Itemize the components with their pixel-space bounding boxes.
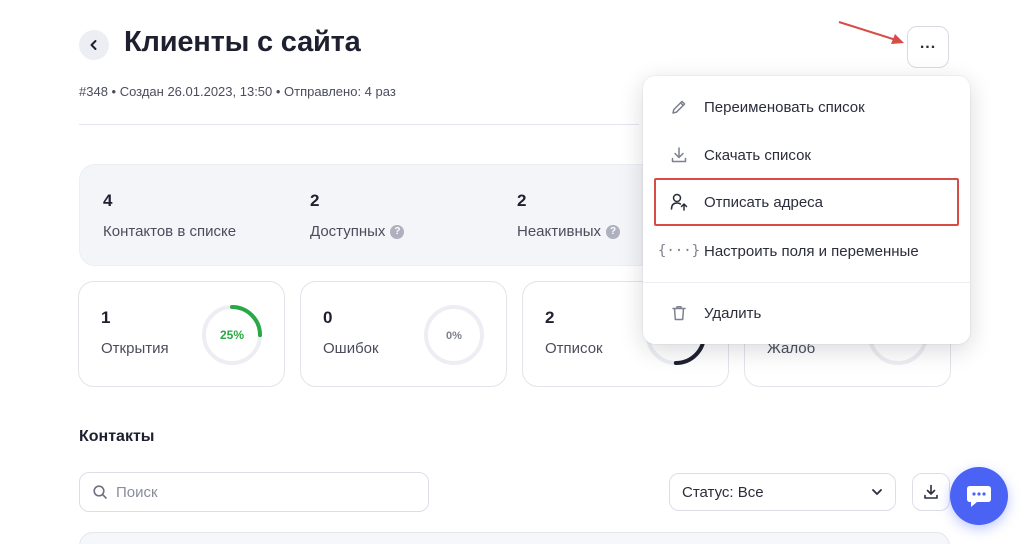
ring-percent-text: 0% xyxy=(446,330,462,342)
stat-inactive: 2 Неактивных? xyxy=(517,191,621,240)
metric-value: 0 xyxy=(323,308,333,327)
stat-contacts: 4 Контактов в списке xyxy=(103,191,236,240)
actions-dropdown: Переименовать список Скачать список Отпи… xyxy=(643,76,970,344)
braces-icon: {···} xyxy=(657,243,701,259)
list-meta: #348 • Создан 26.01.2023, 13:50 • Отправ… xyxy=(79,84,396,99)
chevron-left-icon xyxy=(90,40,97,50)
search-input[interactable] xyxy=(116,483,406,501)
more-dots-icon: ... xyxy=(919,35,937,52)
stat-available: 2 Доступных? xyxy=(310,191,405,240)
more-actions-button[interactable]: ... xyxy=(907,26,949,68)
menu-item-configure-fields[interactable]: {···} Настроить поля и переменные xyxy=(643,227,970,275)
search-icon xyxy=(93,485,107,499)
menu-item-delete[interactable]: Удалить xyxy=(643,289,970,337)
header-divider xyxy=(79,124,639,125)
help-icon[interactable]: ? xyxy=(606,224,621,239)
back-button[interactable] xyxy=(79,30,109,60)
download-contacts-button[interactable] xyxy=(912,473,950,511)
metric-value: 2 xyxy=(545,308,555,327)
page-title: Клиенты с сайта xyxy=(124,26,361,58)
ring-percent-text: 25% xyxy=(220,328,244,342)
menu-item-rename[interactable]: Переименовать список xyxy=(643,83,970,131)
stat-contacts-value: 4 xyxy=(103,191,113,210)
trash-icon xyxy=(668,302,690,324)
status-filter-label: Статус: Все xyxy=(682,483,764,501)
progress-ring: 25% xyxy=(202,305,262,365)
chat-button[interactable] xyxy=(950,467,1008,525)
menu-separator xyxy=(643,282,970,283)
metric-label: Ошибок xyxy=(323,340,379,357)
user-unsubscribe-icon xyxy=(668,191,690,213)
metric-card-opens: 1 Открытия 25% xyxy=(78,281,285,387)
metric-card-errors: 0 Ошибок 0% xyxy=(300,281,507,387)
menu-item-label: Скачать список xyxy=(704,146,811,164)
download-icon xyxy=(924,484,938,499)
metric-label: Отписок xyxy=(545,340,603,357)
menu-item-label: Переименовать список xyxy=(704,98,865,116)
metric-label: Открытия xyxy=(101,340,169,357)
status-filter-select[interactable]: Статус: Все xyxy=(669,473,896,511)
help-icon[interactable]: ? xyxy=(390,224,405,239)
contacts-table xyxy=(79,532,950,544)
chevron-down-icon xyxy=(872,489,882,495)
stat-available-value: 2 xyxy=(310,191,320,210)
annotation-arrow-icon xyxy=(838,21,904,44)
stat-contacts-label: Контактов в списке xyxy=(103,223,237,240)
stat-available-label: Доступных xyxy=(310,223,386,240)
metric-value: 1 xyxy=(101,308,111,327)
pencil-icon xyxy=(668,96,690,118)
menu-item-download[interactable]: Скачать список xyxy=(643,131,970,179)
stat-inactive-label: Неактивных xyxy=(517,223,602,240)
search-field[interactable] xyxy=(79,472,429,512)
menu-item-label: Настроить поля и переменные xyxy=(704,242,919,260)
summary-panel: 4 Контактов в списке 2 Доступных? 2 Неак… xyxy=(79,164,699,266)
download-icon xyxy=(668,144,690,166)
progress-ring: 0% xyxy=(424,305,484,365)
chat-icon xyxy=(967,486,991,507)
contacts-section-title: Контакты xyxy=(79,428,155,445)
menu-item-unsubscribe[interactable]: Отписать адреса xyxy=(654,178,959,226)
stat-inactive-value: 2 xyxy=(517,191,527,210)
menu-item-label: Отписать адреса xyxy=(704,193,824,211)
menu-item-label: Удалить xyxy=(704,304,762,322)
